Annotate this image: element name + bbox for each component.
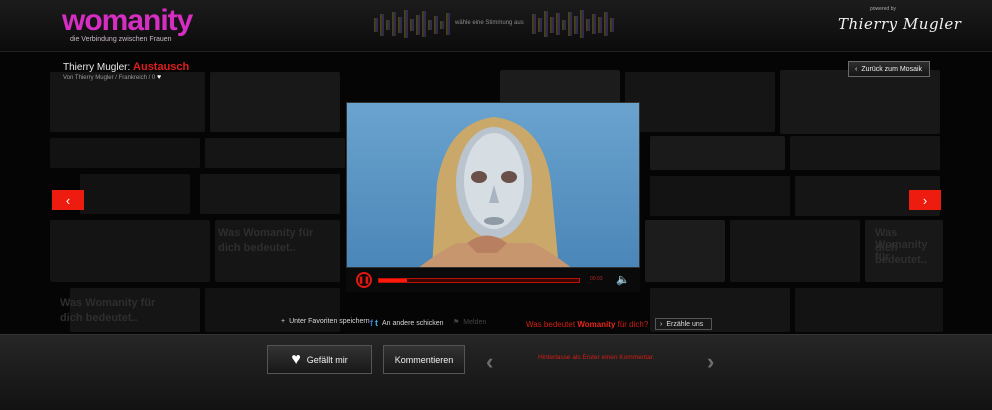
chevron-left-icon: ‹ [65, 192, 71, 208]
heart-icon: ♥ [156, 74, 162, 81]
chevron-right-icon: › [922, 192, 928, 208]
facebook-icon[interactable]: f [370, 318, 373, 328]
powered-by-label: powered by [870, 6, 896, 12]
site-header: womanity die Verbindung zwischen Frauen [0, 0, 992, 52]
volume-button[interactable]: 🔈 [616, 273, 630, 286]
comments-prev-button[interactable]: ‹ [486, 349, 493, 375]
comment-button[interactable]: Kommentieren [383, 345, 465, 374]
player-controls: ❚❚ 00:03 🔈 [346, 268, 640, 292]
progress-bar[interactable] [378, 278, 580, 283]
previous-video-button[interactable]: ‹ [52, 190, 84, 210]
twitter-icon[interactable]: t [375, 318, 378, 328]
pause-button[interactable]: ❚❚ [356, 272, 372, 288]
playback-time: 00:03 [590, 276, 603, 282]
speaker-icon: 🔈 [616, 274, 630, 286]
womanity-logo[interactable]: womanity [62, 6, 193, 36]
heart-icon: ♥ [291, 350, 301, 368]
like-button[interactable]: ♥ Gefällt mir [267, 345, 372, 374]
chevron-right-icon: › [660, 320, 663, 328]
report-action[interactable]: ⚑ Melden [453, 318, 486, 327]
share-action[interactable]: f t An andere schicken [370, 318, 443, 328]
video-player[interactable] [346, 102, 640, 268]
thierry-mugler-logo[interactable]: Thierry Mugler [838, 15, 961, 33]
video-frame-image [419, 117, 571, 267]
womanity-question: Was bedeutet Womanity für dich? [526, 320, 649, 329]
video-title: Thierry Mugler: Austausch [63, 61, 190, 73]
bottom-bar [0, 334, 992, 410]
favorites-action[interactable]: + Unter Favoriten speichern [281, 318, 370, 325]
video-title-accent: Austausch [133, 61, 190, 73]
chevron-left-icon: ‹ [855, 65, 858, 73]
tagline: die Verbindung zwischen Frauen [70, 36, 172, 43]
next-video-button[interactable]: › [909, 190, 941, 210]
pause-icon: ❚❚ [358, 277, 370, 284]
first-comment-prompt: Hinterlasse als Erster einen Kommentar. [538, 354, 655, 361]
mood-prompt: wähle eine Stimmung aus [455, 20, 524, 26]
progress-fill [379, 279, 407, 282]
video-subtitle: Von Thierry Mugler / Frankreich / 0 ♥ [63, 74, 162, 81]
plus-icon: + [281, 318, 286, 325]
flag-icon: ⚑ [453, 319, 460, 326]
comments-next-button[interactable]: › [707, 349, 714, 375]
back-to-mosaic-button[interactable]: ‹ Zurück zum Mosaik [848, 61, 930, 77]
tell-us-button[interactable]: › Erzähle uns [655, 318, 712, 330]
